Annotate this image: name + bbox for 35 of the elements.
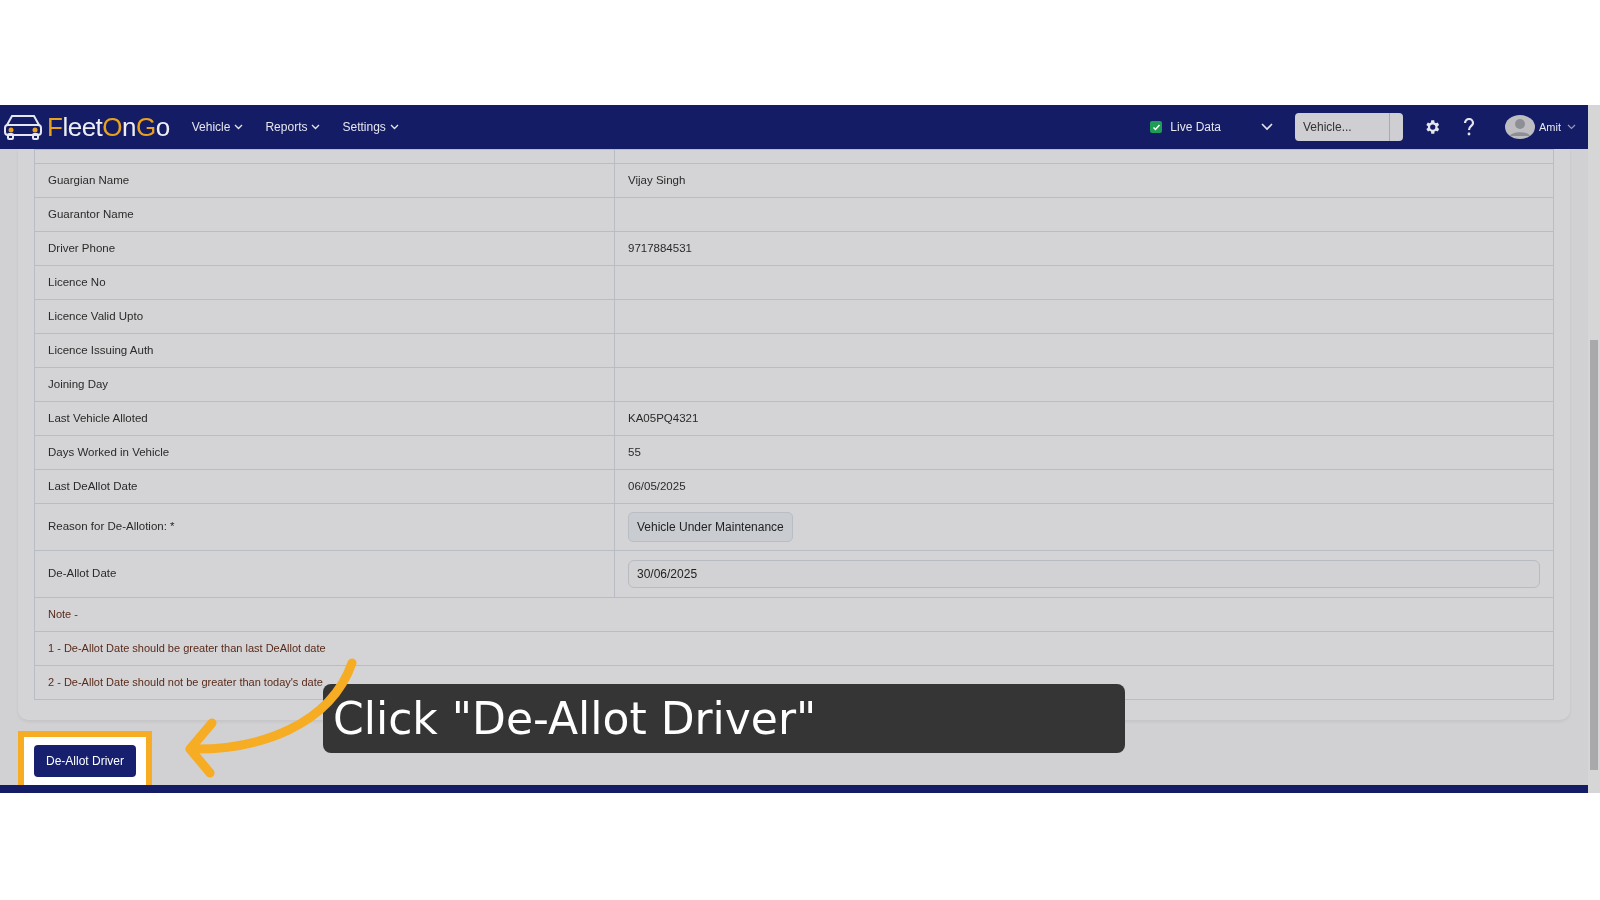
reason-select[interactable]: Vehicle Under Maintenance <box>628 512 793 542</box>
field-label: Guarantor Name <box>34 197 615 232</box>
field-value: 06/05/2025 <box>614 469 1554 504</box>
field-value: 55 <box>614 435 1554 470</box>
field-label: Licence Issuing Auth <box>34 333 615 368</box>
field-label: Last DeAllot Date <box>34 469 615 504</box>
note-text: Note - <box>34 597 1554 632</box>
field-label: Guargian Name <box>34 163 615 198</box>
field-value: Vijay Singh <box>614 163 1554 198</box>
chevron-down-icon[interactable] <box>1567 124 1576 130</box>
avatar-icon[interactable] <box>1505 115 1535 139</box>
field-label: Licence Valid Upto <box>34 299 615 334</box>
live-data-label: Live Data <box>1170 119 1221 136</box>
field-label: Licence No <box>34 265 615 300</box>
field-label: Last Vehicle Alloted <box>34 401 615 436</box>
field-label: Joining Day <box>34 367 615 402</box>
nav-menu[interactable]: Settings <box>334 118 407 136</box>
callout-text: Click "De-Allot Driver" <box>323 684 1125 753</box>
field-label: Days Worked in Vehicle <box>34 435 615 470</box>
field-value: KA05PQ4321 <box>614 401 1554 436</box>
brand-logo[interactable]: FleetOnGo <box>3 113 170 141</box>
field-label: Driver Phone <box>34 231 615 266</box>
note-text: 1 - De-Allot Date should be greater than last DeAllot date <box>34 631 1554 666</box>
checkbox[interactable] <box>1150 121 1163 133</box>
nav-menu[interactable]: Vehicle <box>183 118 252 136</box>
help-icon[interactable] <box>1463 118 1475 136</box>
vehicle-select[interactable]: Vehicle... <box>1295 113 1403 141</box>
field-value: 9717884531 <box>614 231 1554 266</box>
date-field[interactable]: 30/06/2025 <box>628 560 1540 588</box>
user-name[interactable]: Amit <box>1539 118 1561 136</box>
scrollbar-thumb[interactable] <box>1590 340 1598 770</box>
field-label: Reason for De-Allotion: * <box>34 503 615 551</box>
nav-menu[interactable]: Reports <box>257 118 329 136</box>
field-label: De-Allot Date <box>34 550 615 598</box>
de-allot-button[interactable]: De-Allot Driver <box>34 745 136 777</box>
